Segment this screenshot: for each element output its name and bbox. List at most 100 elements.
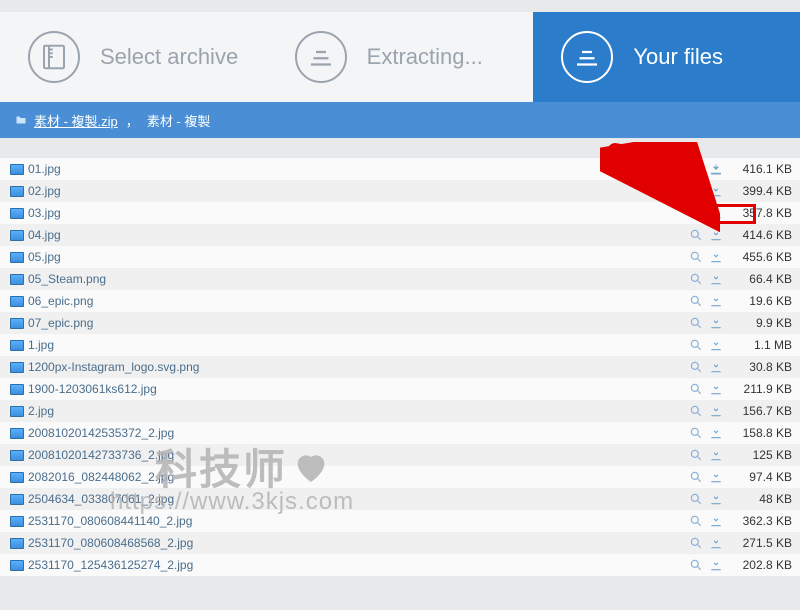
file-name: 06_epic.png <box>28 294 686 308</box>
step-label: Your files <box>633 44 723 70</box>
preview-icon[interactable] <box>686 206 706 220</box>
file-name: 01.jpg <box>28 162 686 176</box>
table-row[interactable]: 1.jpg1.1 MB <box>0 334 800 356</box>
preview-icon[interactable] <box>686 492 706 506</box>
file-name: 20081020142733736_2.jpg <box>28 448 686 462</box>
preview-icon[interactable] <box>686 228 706 242</box>
preview-icon[interactable] <box>686 294 706 308</box>
file-thumb-icon <box>10 186 28 197</box>
download-icon[interactable] <box>706 448 726 462</box>
file-thumb-icon <box>10 274 28 285</box>
step-extracting[interactable]: Extracting... <box>267 12 534 102</box>
step-your-files[interactable]: Your files <box>533 12 800 102</box>
table-row[interactable]: 01.jpg416.1 KB <box>0 158 800 180</box>
download-icon[interactable] <box>706 294 726 308</box>
table-row[interactable]: 07_epic.png 9.9 KB <box>0 312 800 334</box>
folder-icon <box>14 114 28 126</box>
download-icon[interactable] <box>706 338 726 352</box>
file-size: 455.6 KB <box>726 250 792 264</box>
file-thumb-icon <box>10 362 28 373</box>
preview-icon[interactable] <box>686 426 706 440</box>
download-icon[interactable] <box>706 272 726 286</box>
table-row[interactable]: 20081020142535372_2.jpg158.8 KB <box>0 422 800 444</box>
preview-icon[interactable] <box>686 360 706 374</box>
file-thumb-icon <box>10 450 28 461</box>
file-size: 48 KB <box>726 492 792 506</box>
table-row[interactable]: 02.jpg399.4 KB <box>0 180 800 202</box>
download-icon[interactable] <box>706 250 726 264</box>
preview-icon[interactable] <box>686 470 706 484</box>
table-row[interactable]: 20081020142733736_2.jpg 125 KB <box>0 444 800 466</box>
download-icon[interactable] <box>706 404 726 418</box>
file-list: 01.jpg416.1 KB02.jpg399.4 KB03.jpg357.8 … <box>0 158 800 576</box>
file-name: 2504634_033807061_2.jpg <box>28 492 686 506</box>
file-size: 211.9 KB <box>726 382 792 396</box>
table-row[interactable]: 1900-1203061ks612.jpg 211.9 KB <box>0 378 800 400</box>
preview-icon[interactable] <box>686 250 706 264</box>
file-thumb-icon <box>10 560 28 571</box>
file-name: 05_Steam.png <box>28 272 686 286</box>
download-icon[interactable] <box>706 558 726 572</box>
download-icon[interactable] <box>706 470 726 484</box>
file-size: 9.9 KB <box>726 316 792 330</box>
preview-icon[interactable] <box>686 404 706 418</box>
download-icon[interactable] <box>706 228 726 242</box>
file-name: 2531170_080608441140_2.jpg <box>28 514 686 528</box>
download-icon[interactable] <box>706 184 726 198</box>
breadcrumb: 素材 - 複製.zip ， 素材 - 複製 <box>0 102 800 138</box>
preview-icon[interactable] <box>686 184 706 198</box>
table-row[interactable]: 1200px-Instagram_logo.svg.png 30.8 KB <box>0 356 800 378</box>
table-row[interactable]: 2531170_080608441140_2.jpg362.3 KB <box>0 510 800 532</box>
download-icon[interactable] <box>706 316 726 330</box>
preview-icon[interactable] <box>686 316 706 330</box>
file-thumb-icon <box>10 340 28 351</box>
breadcrumb-current: 素材 - 複製 <box>147 111 211 130</box>
preview-icon[interactable] <box>686 272 706 286</box>
preview-icon[interactable] <box>686 514 706 528</box>
table-row[interactable]: 2531170_080608468568_2.jpg271.5 KB <box>0 532 800 554</box>
file-thumb-icon <box>10 538 28 549</box>
download-icon[interactable] <box>706 162 726 176</box>
breadcrumb-zip-link[interactable]: 素材 - 複製.zip <box>34 111 118 130</box>
preview-icon[interactable] <box>686 338 706 352</box>
file-name: 07_epic.png <box>28 316 686 330</box>
file-thumb-icon <box>10 516 28 527</box>
table-row[interactable]: 04.jpg414.6 KB <box>0 224 800 246</box>
preview-icon[interactable] <box>686 162 706 176</box>
file-thumb-icon <box>10 384 28 395</box>
step-select-archive[interactable]: Select archive <box>0 12 267 102</box>
table-row[interactable]: 2504634_033807061_2.jpg 48 KB <box>0 488 800 510</box>
download-icon[interactable] <box>706 492 726 506</box>
preview-icon[interactable] <box>686 558 706 572</box>
file-size: 19.6 KB <box>726 294 792 308</box>
file-name: 02.jpg <box>28 184 686 198</box>
preview-icon[interactable] <box>686 382 706 396</box>
table-row[interactable]: 05_Steam.png66.4 KB <box>0 268 800 290</box>
file-size: 30.8 KB <box>726 360 792 374</box>
table-row[interactable]: 03.jpg357.8 KB <box>0 202 800 224</box>
file-size: 125 KB <box>726 448 792 462</box>
file-thumb-icon <box>10 164 28 175</box>
table-row[interactable]: 06_epic.png 19.6 KB <box>0 290 800 312</box>
breadcrumb-separator: ， <box>126 111 139 130</box>
download-icon[interactable] <box>706 426 726 440</box>
table-row[interactable]: 2.jpg156.7 KB <box>0 400 800 422</box>
download-icon[interactable] <box>706 514 726 528</box>
download-icon[interactable] <box>706 382 726 396</box>
file-name: 2.jpg <box>28 404 686 418</box>
file-thumb-icon <box>10 296 28 307</box>
file-name: 1200px-Instagram_logo.svg.png <box>28 360 686 374</box>
table-row[interactable]: 05.jpg455.6 KB <box>0 246 800 268</box>
file-thumb-icon <box>10 230 28 241</box>
preview-icon[interactable] <box>686 448 706 462</box>
download-icon[interactable] <box>706 360 726 374</box>
file-thumb-icon <box>10 472 28 483</box>
table-row[interactable]: 2531170_125436125274_2.jpg202.8 KB <box>0 554 800 576</box>
download-icon[interactable] <box>706 206 726 220</box>
extracting-icon <box>295 31 347 83</box>
preview-icon[interactable] <box>686 536 706 550</box>
file-size: 202.8 KB <box>726 558 792 572</box>
file-name: 1900-1203061ks612.jpg <box>28 382 686 396</box>
download-icon[interactable] <box>706 536 726 550</box>
table-row[interactable]: 2082016_082448062_2.jpg97.4 KB <box>0 466 800 488</box>
